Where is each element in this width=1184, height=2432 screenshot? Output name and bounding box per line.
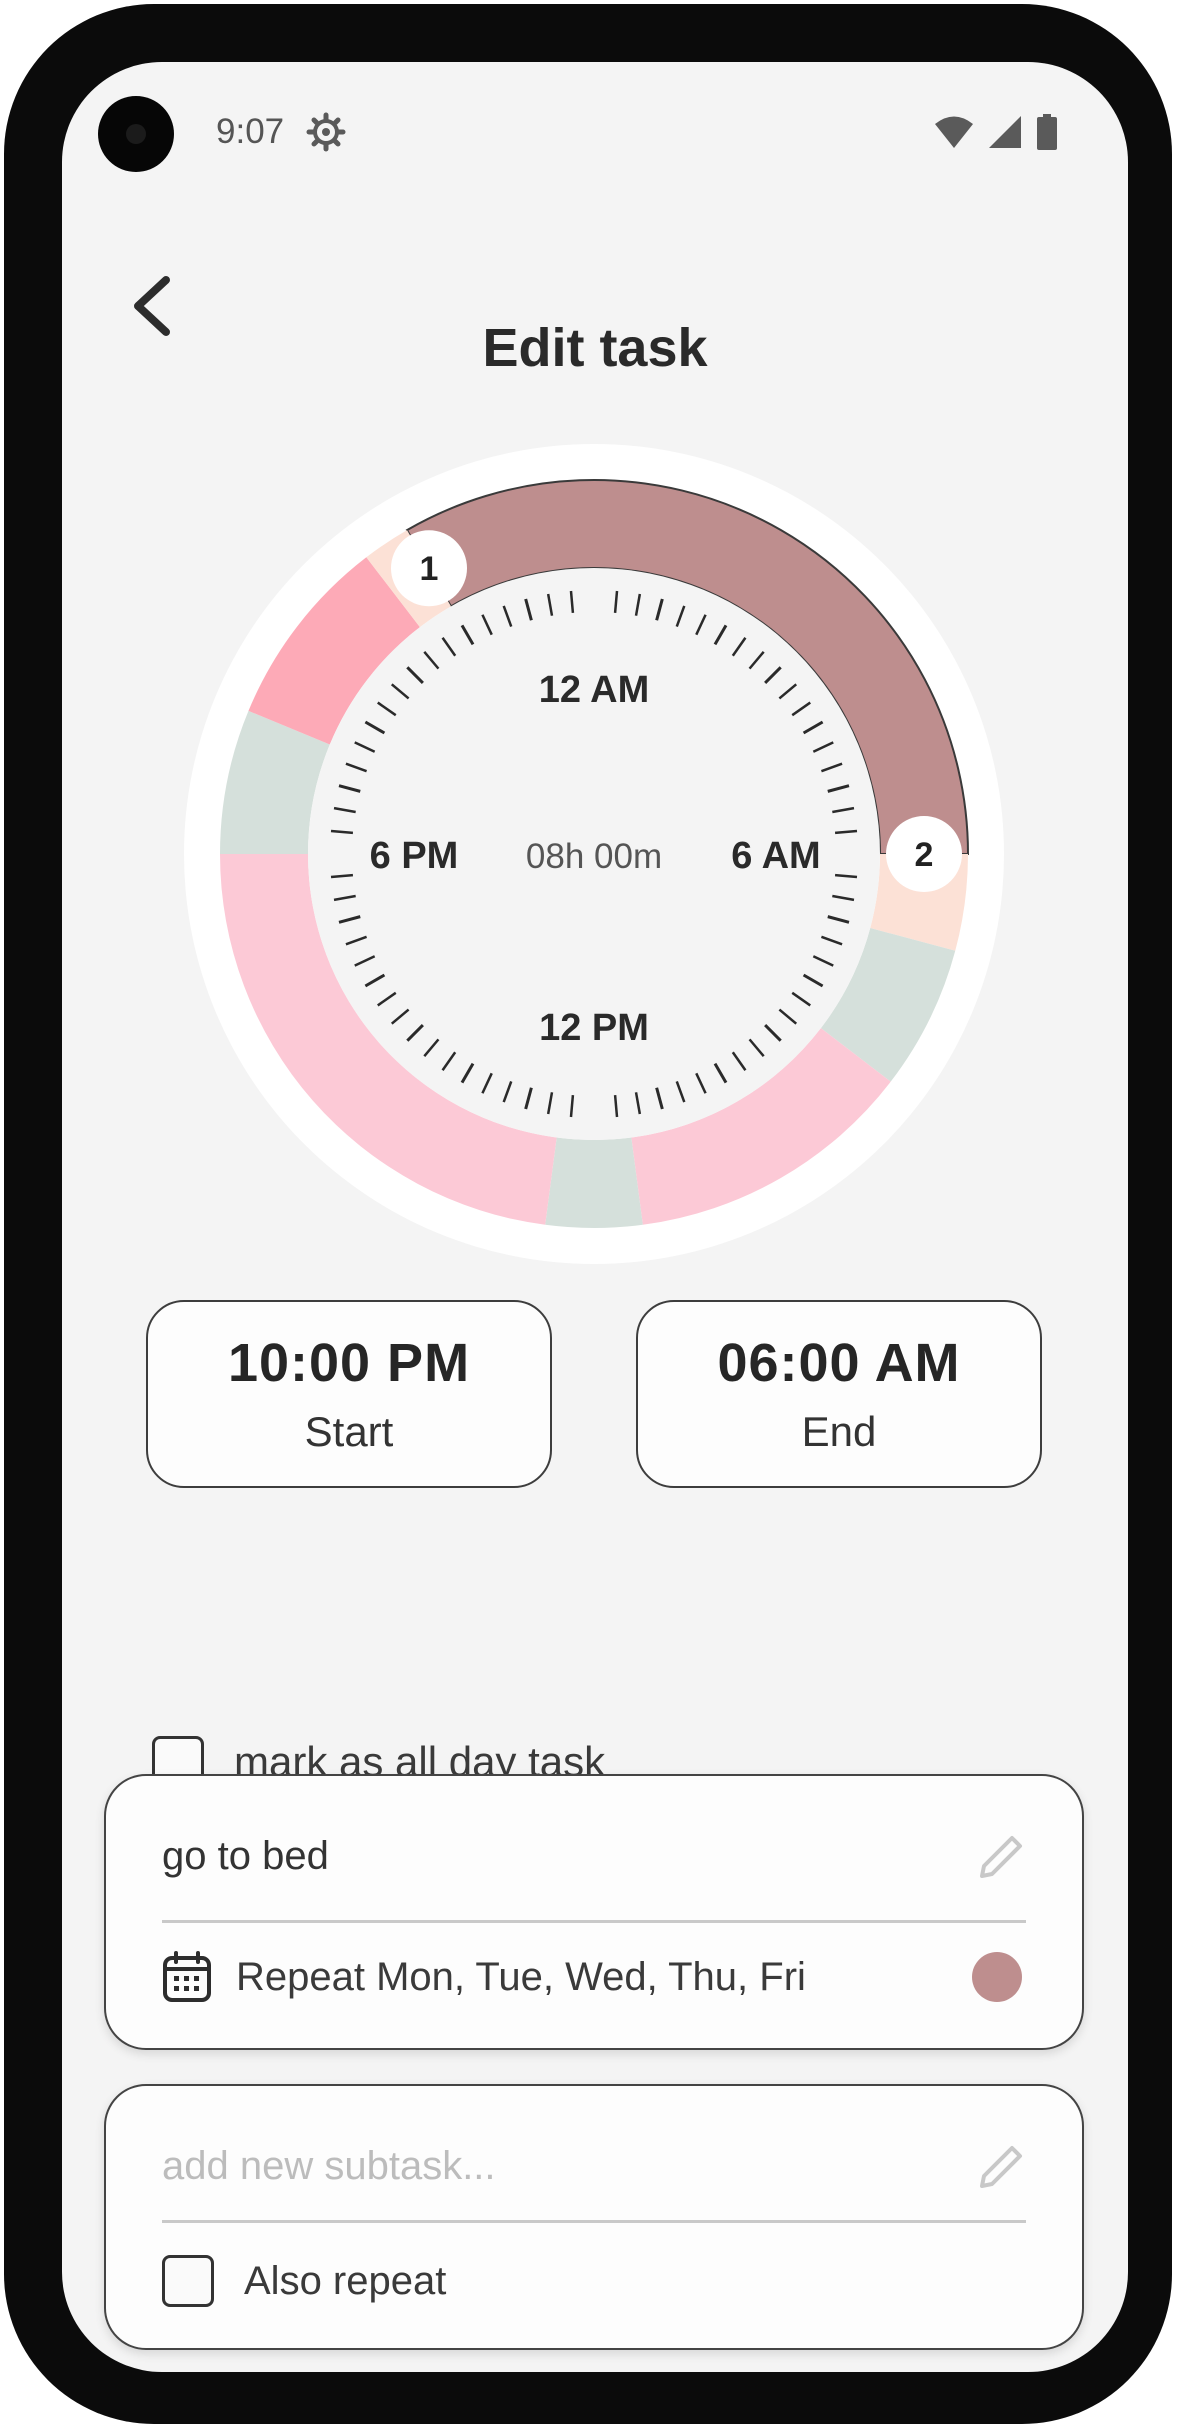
repeat-row[interactable]: Repeat Mon, Tue, Wed, Thu, Fri	[162, 1942, 1026, 2012]
hour-label-12am: 12 AM	[539, 669, 650, 711]
duration-label: 08h 00m	[526, 837, 662, 876]
subtask-input-row[interactable]: add new subtask...	[162, 2136, 1026, 2196]
end-handle-label: 2	[915, 836, 934, 874]
pencil-icon[interactable]	[974, 1830, 1026, 1882]
repeat-days-text: Repeat Mon, Tue, Wed, Thu, Fri	[236, 1954, 806, 1999]
subtask-divider	[162, 2220, 1026, 2223]
pencil-icon[interactable]	[974, 2140, 1026, 2192]
task-color-swatch[interactable]	[972, 1952, 1022, 2002]
time-range-dial[interactable]: 12 AM 6 AM 12 PM 6 PM 08h 00m 1 2	[184, 444, 1004, 1264]
end-time-label: End	[801, 1408, 877, 1455]
also-repeat-label: Also repeat	[244, 2258, 447, 2303]
end-time-value: 06:00 AM	[717, 1333, 961, 1393]
cellular-signal-icon	[989, 116, 1021, 148]
start-time-card[interactable]: 10:00 PM Start	[146, 1300, 552, 1488]
battery-icon	[1037, 114, 1057, 150]
hour-label-6am: 6 AM	[731, 835, 820, 877]
start-time-label: Start	[304, 1408, 394, 1455]
status-time: 9:07	[216, 112, 285, 151]
task-name-input[interactable]: go to bed	[162, 1834, 329, 1879]
hour-label-12pm: 12 PM	[539, 1007, 649, 1049]
task-card: go to bed Repeat Mon, Tue, Wed, Thu, Fri	[104, 1774, 1084, 2050]
app-screen: 9:07 Edit task 12 AM 6 AM 12 PM 6 PM 08h…	[62, 62, 1128, 2372]
wifi-icon	[935, 116, 973, 148]
subtask-card: add new subtask... Also repeat	[104, 2084, 1084, 2350]
start-handle-label: 1	[420, 550, 439, 588]
also-repeat-checkbox[interactable]	[162, 2255, 214, 2307]
calendar-icon	[163, 1951, 211, 2002]
status-icons	[934, 114, 1058, 150]
task-divider	[162, 1920, 1026, 1923]
page-title: Edit task	[482, 318, 708, 378]
end-time-card[interactable]: 06:00 AM End	[636, 1300, 1042, 1488]
task-name-row[interactable]: go to bed	[162, 1826, 1026, 1886]
phone-frame: 9:07 Edit task 12 AM 6 AM 12 PM 6 PM 08h…	[4, 4, 1172, 2424]
settings-gear-icon	[306, 112, 346, 152]
hour-label-6pm: 6 PM	[370, 835, 459, 877]
dial-segment	[545, 1137, 643, 1228]
also-repeat-row[interactable]: Also repeat	[162, 2246, 1026, 2316]
subtask-input[interactable]: add new subtask...	[162, 2144, 496, 2189]
front-camera	[98, 96, 174, 172]
start-time-value: 10:00 PM	[227, 1333, 471, 1393]
